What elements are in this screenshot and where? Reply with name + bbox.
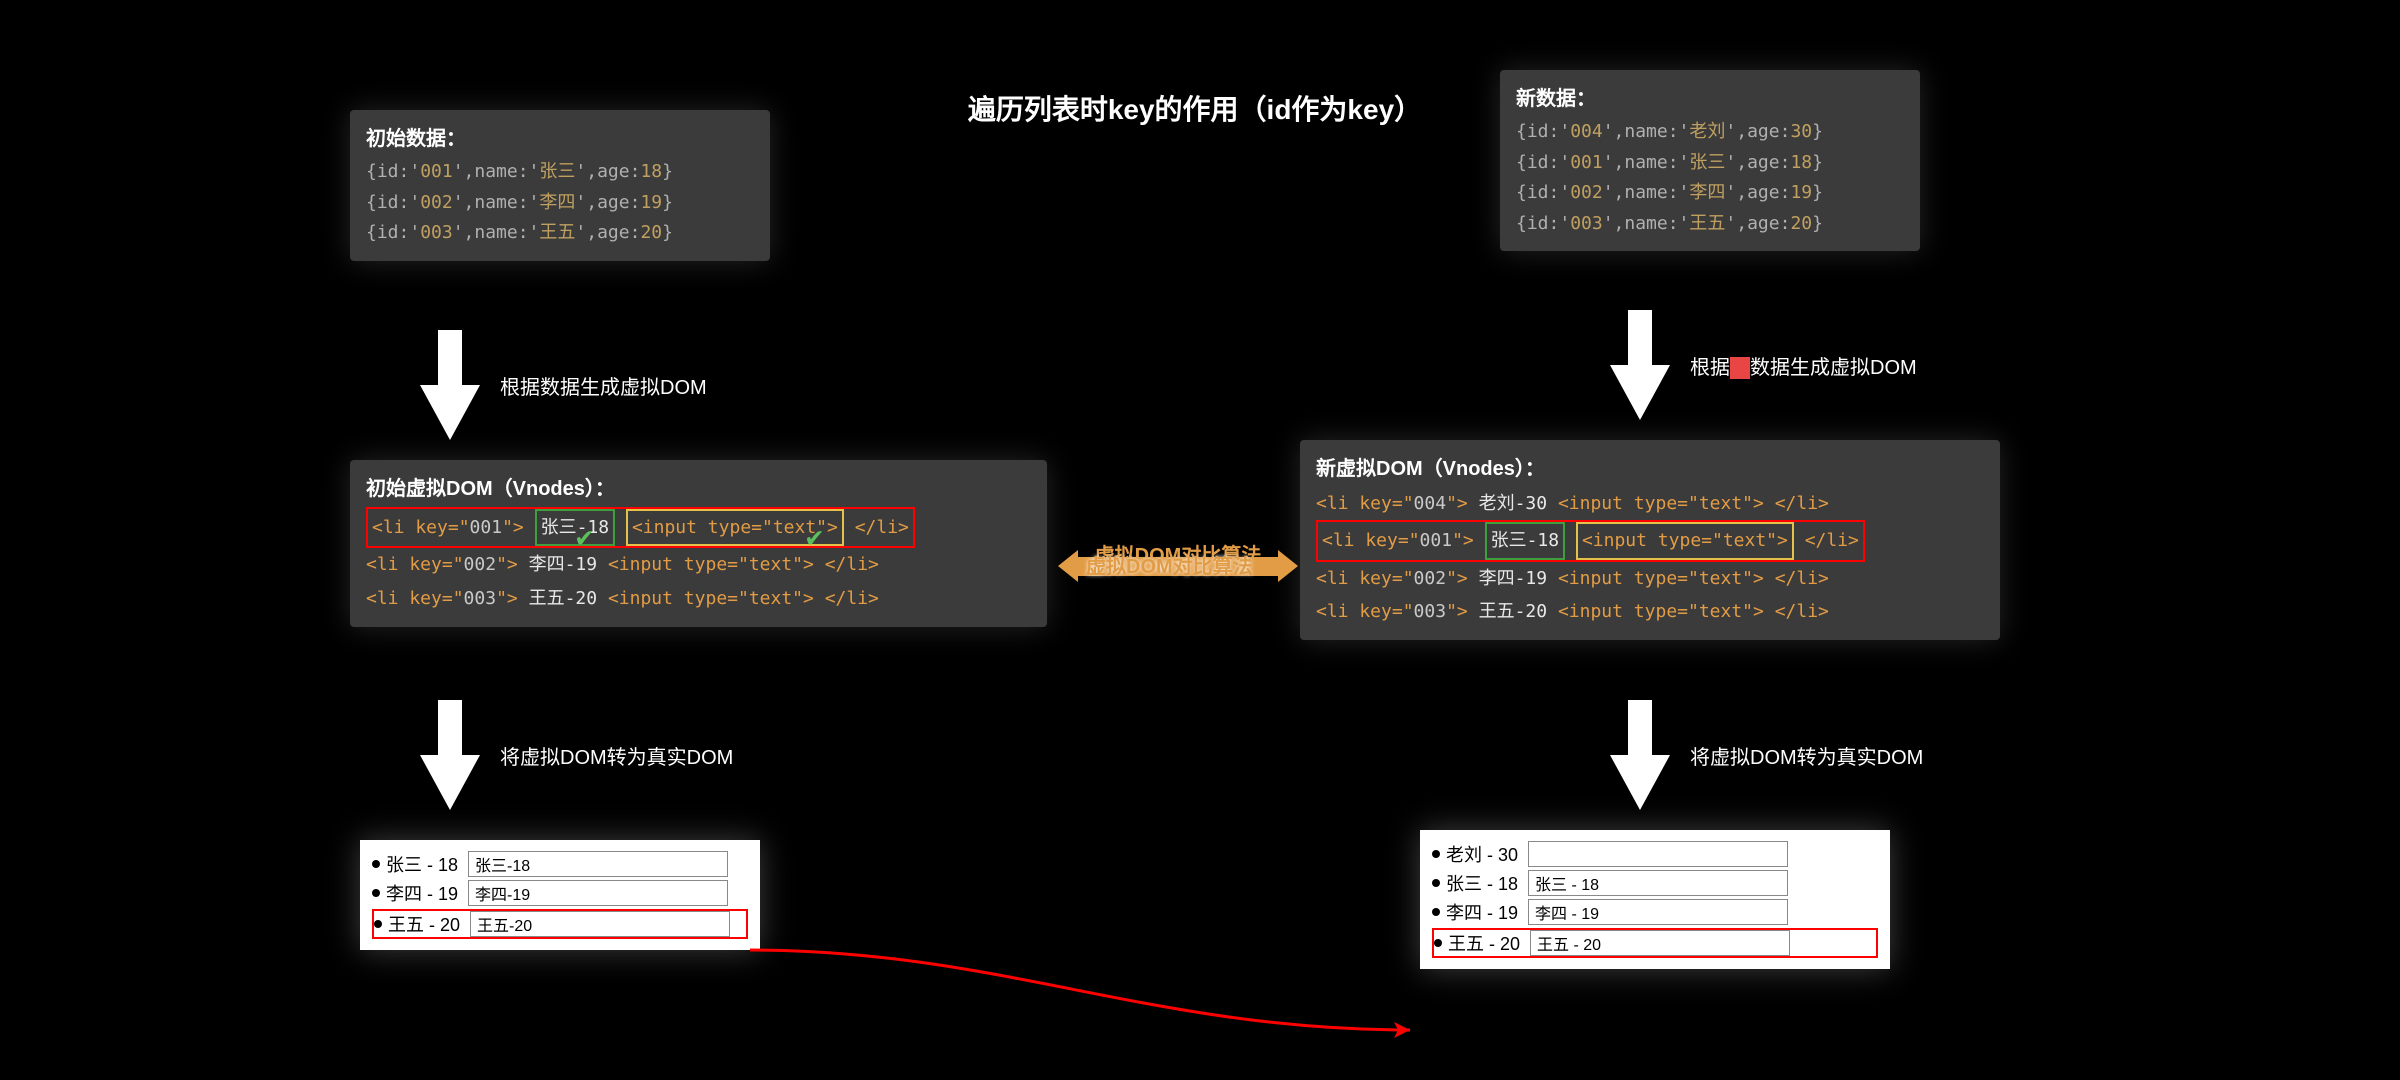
bullet-icon [374,920,382,928]
left-vnode-panel: 初始虚拟DOM（Vnodes）： <li key="001"> 张三-18 <i… [350,460,1047,627]
real-input[interactable] [1528,899,1788,925]
real-dom-row: 李四 - 19 [372,880,748,906]
diagram-title: 遍历列表时key的作用（id作为key） [968,88,1422,128]
right-real-panel: 老刘 - 30 张三 - 18 李四 - 19 王五 - 20 [1420,830,1890,969]
real-input[interactable] [470,911,730,937]
real-input[interactable] [468,880,728,906]
bullet-icon [1432,879,1440,887]
data-row: {id:'001',name:'张三',age:18} [1516,148,1904,179]
diff-text-overlay: 虚拟DOM对比算法 [1086,550,1253,579]
connector-curve [750,910,1430,1050]
right-arrow-2: 将虚拟DOM转为真实DOM [1610,700,1923,810]
left-data-heading: 初始数据： [366,122,754,151]
real-dom-row: 王五 - 20 [1432,928,1878,958]
bullet-icon [1432,908,1440,916]
data-row: {id:'002',name:'李四',age:19} [366,188,754,219]
real-dom-row: 老刘 - 30 [1432,841,1878,867]
left-arrow-1-label: 根据数据生成虚拟DOM [500,371,707,400]
data-row: {id:'003',name:'王五',age:20} [1516,209,1904,240]
real-input[interactable] [1528,870,1788,896]
left-arrow-1: 根据数据生成虚拟DOM [420,330,707,440]
real-label: 张三 - 18 [386,851,458,877]
real-label: 张三 - 18 [1446,870,1518,896]
real-input[interactable] [1528,841,1788,867]
real-label: 王五 - 20 [1448,930,1520,956]
left-real-panel: 张三 - 18 李四 - 19 王五 - 20 [360,840,760,950]
vnode-row: <li key="004"> 老刘-30 <input type="text">… [1316,487,1984,520]
right-vnode-panel: 新虚拟DOM（Vnodes）： <li key="004"> 老刘-30 <in… [1300,440,2000,640]
vnode-row: <li key="001"> 张三-18 <input type="text">… [366,507,1031,548]
bullet-icon [1432,850,1440,858]
data-row: {id:'002',name:'李四',age:19} [1516,178,1904,209]
right-data-heading: 新数据： [1516,82,1904,111]
vnode-row: <li key="003"> 王五-20 <input type="text">… [1316,595,1984,628]
real-label: 李四 - 19 [1446,899,1518,925]
data-row: {id:'004',name:'老刘',age:30} [1516,117,1904,148]
right-vnode-heading: 新虚拟DOM（Vnodes）： [1316,452,1984,481]
vnode-row: <li key="003"> 王五-20 <input type="text">… [366,582,1031,615]
left-vnode-heading: 初始虚拟DOM（Vnodes）： [366,472,1031,501]
left-data-panel: 初始数据： {id:'001',name:'张三',age:18}{id:'00… [350,110,770,261]
real-dom-row: 张三 - 18 [372,851,748,877]
real-label: 王五 - 20 [388,911,460,937]
data-row: {id:'003',name:'王五',age:20} [366,218,754,249]
data-row: {id:'001',name:'张三',age:18} [366,157,754,188]
right-arrow-1: 根据 数据生成虚拟DOM [1610,310,1917,420]
vnode-row: <li key="002"> 李四-19 <input type="text">… [1316,562,1984,595]
bullet-icon [372,860,380,868]
real-dom-row: 张三 - 18 [1432,870,1878,896]
left-arrow-2-label: 将虚拟DOM转为真实DOM [500,741,733,770]
real-dom-row: 王五 - 20 [372,909,748,939]
right-arrow-2-label: 将虚拟DOM转为真实DOM [1690,741,1923,770]
right-arrow-1-label: 根据 数据生成虚拟DOM [1690,351,1917,380]
real-input[interactable] [468,851,728,877]
left-arrow-2: 将虚拟DOM转为真实DOM [420,700,733,810]
real-dom-row: 李四 - 19 [1432,899,1878,925]
bullet-icon [372,889,380,897]
real-label: 老刘 - 30 [1446,841,1518,867]
vnode-row: <li key="002"> 李四-19 <input type="text">… [366,548,1031,581]
bullet-icon [1434,939,1442,947]
real-label: 李四 - 19 [386,880,458,906]
right-data-panel: 新数据： {id:'004',name:'老刘',age:30}{id:'001… [1500,70,1920,251]
real-input[interactable] [1530,930,1790,956]
vnode-row: <li key="001"> 张三-18 <input type="text">… [1316,520,1984,561]
